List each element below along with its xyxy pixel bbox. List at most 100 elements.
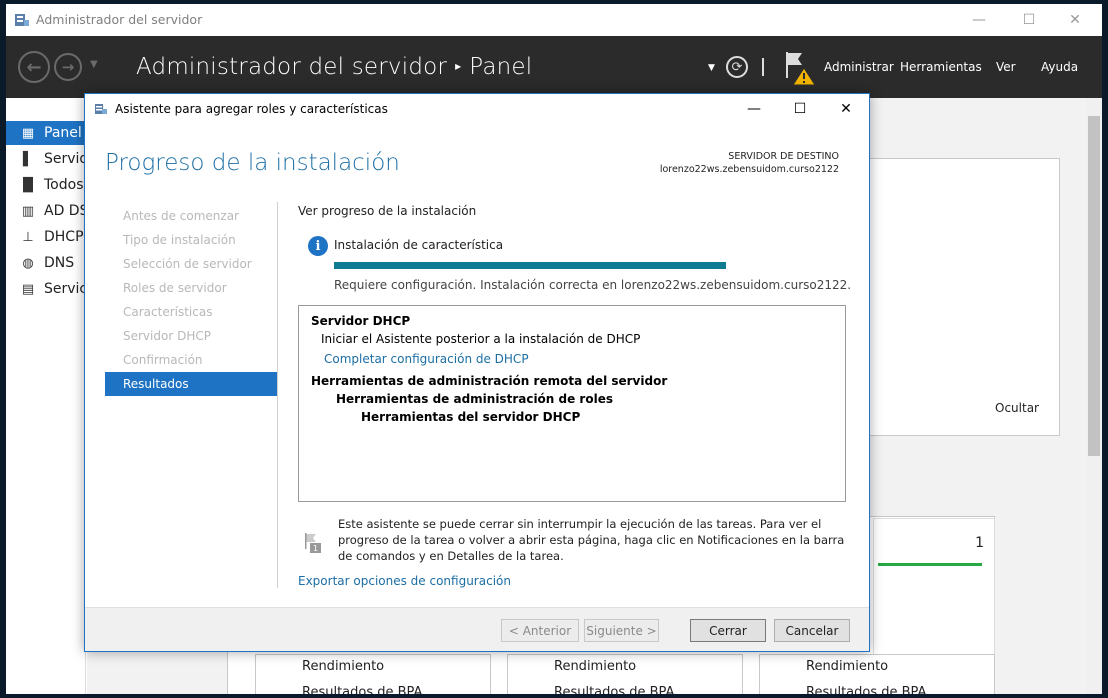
- cancel-button[interactable]: Cancelar: [774, 619, 850, 642]
- sidebar-item-label: Servicios de archivos: [44, 281, 86, 297]
- tile-bpa[interactable]: Resultados de BPA: [806, 685, 926, 694]
- tile-bpa[interactable]: Resultados de BPA: [302, 685, 422, 694]
- result-rsat-title: Herramientas de administración remota de…: [311, 374, 668, 388]
- tile-count: 1: [975, 535, 984, 551]
- tile-status-bar: [878, 563, 982, 566]
- maximize-button[interactable]: ☐: [1006, 4, 1052, 36]
- step-antes-de-comenzar: Antes de comenzar: [123, 209, 239, 223]
- sidebar-item-file-services[interactable]: ▤ Servicios de archivos: [6, 277, 86, 301]
- wizard-maximize-button[interactable]: ☐: [777, 94, 823, 124]
- back-arrow-icon: ←: [26, 56, 42, 78]
- steps-divider: [277, 202, 278, 588]
- history-dropdown-icon[interactable]: ▼: [90, 59, 98, 70]
- export-config-link[interactable]: Exportar opciones de configuración: [298, 574, 511, 588]
- sidebar-item-label: DNS: [44, 255, 75, 271]
- wizard-minimize-button[interactable]: —: [731, 94, 777, 124]
- add-roles-wizard: Asistente para agregar roles y caracterí…: [84, 93, 870, 652]
- progress-label: Ver progreso de la instalación: [298, 204, 477, 218]
- refresh-dropdown-icon[interactable]: ▼: [708, 63, 715, 73]
- results-list: Servidor DHCP Iniciar el Asistente poste…: [298, 305, 846, 502]
- wizard-close-button[interactable]: ✕: [823, 94, 869, 124]
- menu-ayuda[interactable]: Ayuda: [1041, 60, 1078, 74]
- main-scrollbar[interactable]: [1086, 98, 1102, 694]
- step-caracteristicas: Características: [123, 305, 213, 319]
- step-servidor-dhcp: Servidor DHCP: [123, 329, 211, 343]
- dhcp-icon: ⊥: [22, 229, 34, 245]
- feature-installation-title: Instalación de característica: [334, 238, 504, 252]
- close-button[interactable]: Cerrar: [690, 619, 766, 642]
- dashboard-icon: ▦: [21, 125, 35, 141]
- sidebar-item-label: Todos los servidores: [44, 177, 86, 193]
- sidebar-item-all-servers[interactable]: ▐▌ Todos los servidores: [6, 173, 86, 197]
- result-rsat-roles: Herramientas de administración de roles: [336, 392, 613, 406]
- scrollbar-thumb[interactable]: [1088, 116, 1100, 456]
- tile-1: Rendimiento Resultados de BPA: [255, 654, 491, 694]
- tile-perf[interactable]: Rendimiento: [806, 659, 888, 674]
- hide-link[interactable]: Ocultar: [995, 401, 1039, 415]
- wizard-button-bar: < Anterior Siguiente > Cerrar Cancelar: [85, 607, 869, 651]
- header-bar: ← → ▼ Administrador del servidor ▸ Panel ▼…: [6, 36, 1102, 98]
- next-button[interactable]: Siguiente >: [584, 619, 659, 642]
- dns-icon: ◍: [22, 255, 34, 271]
- server-icon: ▌: [23, 151, 33, 167]
- sidebar-item-label: AD DS: [44, 203, 86, 219]
- destination-server: SERVIDOR DE DESTINO lorenzo22ws.zebensui…: [660, 150, 839, 176]
- wizard-heading: Progreso de la instalación: [105, 150, 400, 176]
- sidebar-item-dhcp[interactable]: ⊥ DHCP: [6, 225, 86, 249]
- step-seleccion-de-servidor: Selección de servidor: [123, 257, 252, 271]
- installation-status: Requiere configuración. Instalación corr…: [334, 278, 852, 292]
- ad-ds-icon: ▥: [21, 203, 35, 219]
- main-title-bar: Administrador del servidor — ☐ ✕: [6, 4, 1102, 36]
- step-roles-de-servidor: Roles de servidor: [123, 281, 227, 295]
- window-title: Administrador del servidor: [36, 12, 203, 27]
- menu-administrar[interactable]: Administrar: [824, 60, 894, 74]
- breadcrumb-root[interactable]: Administrador del servidor: [136, 54, 447, 80]
- note-badge: 1: [313, 544, 318, 553]
- forward-arrow-icon: →: [61, 58, 75, 76]
- back-button[interactable]: ←: [18, 51, 50, 83]
- wizard-title: Asistente para agregar roles y caracterí…: [115, 102, 388, 116]
- installation-progress-bar: [334, 262, 726, 269]
- notifications-flag-icon[interactable]: [782, 50, 816, 86]
- forward-button[interactable]: →: [54, 53, 82, 81]
- step-resultados[interactable]: Resultados: [105, 372, 277, 396]
- sidebar-item-ad-ds[interactable]: ▥ AD DS: [6, 199, 86, 223]
- notification-flag-icon: 1: [305, 533, 321, 553]
- tile-2: Rendimiento Resultados de BPA: [507, 654, 743, 694]
- breadcrumb-separator-icon: ▸: [455, 59, 462, 73]
- header-divider: [762, 58, 764, 76]
- wizard-note: Este asistente se puede cerrar sin inter…: [338, 517, 845, 563]
- minimize-button[interactable]: —: [956, 4, 1002, 36]
- sidebar-item-dns[interactable]: ◍ DNS: [6, 251, 86, 275]
- sidebar-item-panel[interactable]: ▦ Panel: [6, 121, 86, 145]
- refresh-icon[interactable]: ⟳: [726, 56, 748, 78]
- progress-fill: [334, 262, 726, 269]
- close-window-button[interactable]: ✕: [1052, 4, 1098, 36]
- info-icon: i: [308, 236, 328, 256]
- previous-button[interactable]: < Anterior: [501, 619, 579, 642]
- destination-name: lorenzo22ws.zebensuidom.curso2122: [659, 164, 839, 175]
- step-tipo-de-instalacion: Tipo de instalación: [123, 233, 236, 247]
- result-dhcp-title: Servidor DHCP: [311, 314, 411, 328]
- breadcrumb: Administrador del servidor ▸ Panel: [136, 54, 532, 80]
- sidebar-item-label: Panel: [44, 125, 82, 141]
- tile-perf[interactable]: Rendimiento: [554, 659, 636, 674]
- complete-dhcp-config-link[interactable]: Completar configuración de DHCP: [311, 350, 833, 368]
- sidebar-item-label: Servidor local: [44, 151, 86, 167]
- sidebar-item-local-server[interactable]: ▌ Servidor local: [6, 147, 86, 171]
- menu-herramientas[interactable]: Herramientas: [900, 60, 982, 74]
- tile-perf[interactable]: Rendimiento: [302, 659, 384, 674]
- result-dhcp-post: Iniciar el Asistente posterior a la inst…: [321, 332, 641, 346]
- breadcrumb-page: Panel: [469, 54, 533, 80]
- tile-3: Rendimiento Resultados de BPA: [759, 654, 995, 694]
- wizard-title-bar: Asistente para agregar roles y caracterí…: [85, 94, 869, 124]
- server-manager-icon: [15, 14, 29, 26]
- servers-icon: ▐▌: [18, 177, 38, 193]
- destination-label: SERVIDOR DE DESTINO: [728, 151, 839, 162]
- tile-bpa[interactable]: Resultados de BPA: [554, 685, 674, 694]
- result-rsat-dhcp: Herramientas del servidor DHCP: [361, 410, 581, 424]
- menu-ver[interactable]: Ver: [996, 60, 1016, 74]
- step-confirmacion: Confirmación: [123, 353, 203, 367]
- welcome-tile: Ocultar: [867, 158, 1060, 436]
- file-services-icon: ▤: [21, 281, 35, 297]
